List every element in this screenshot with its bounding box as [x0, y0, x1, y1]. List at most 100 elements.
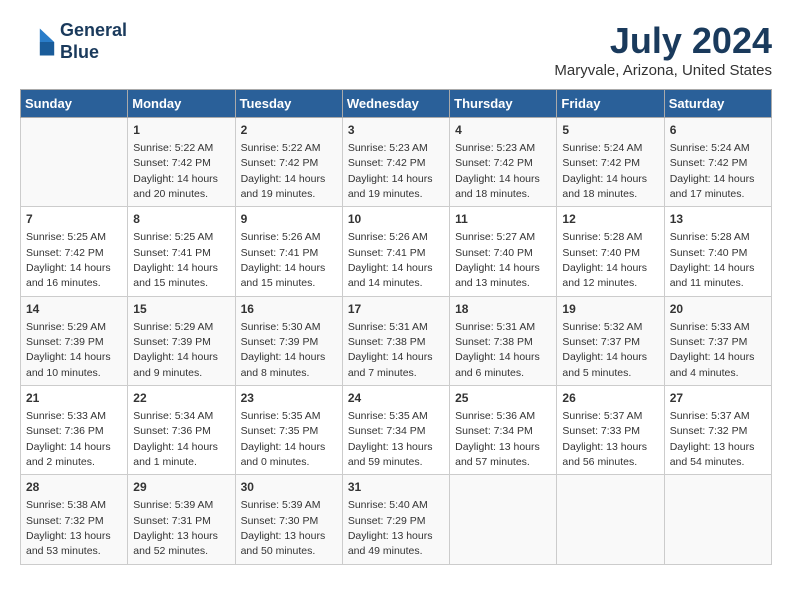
day-cell: 15 Sunrise: 5:29 AM Sunset: 7:39 PM Dayli… — [128, 296, 235, 385]
day-info: Sunrise: 5:28 AM Sunset: 7:40 PM Dayligh… — [562, 231, 647, 289]
day-cell: 7 Sunrise: 5:25 AM Sunset: 7:42 PM Daylig… — [21, 207, 128, 296]
col-header-thursday: Thursday — [450, 90, 557, 118]
week-row-5: 28 Sunrise: 5:38 AM Sunset: 7:32 PM Dayli… — [21, 475, 772, 564]
day-info: Sunrise: 5:31 AM Sunset: 7:38 PM Dayligh… — [455, 321, 540, 379]
day-info: Sunrise: 5:25 AM Sunset: 7:41 PM Dayligh… — [133, 231, 218, 289]
day-info: Sunrise: 5:29 AM Sunset: 7:39 PM Dayligh… — [26, 321, 111, 379]
day-cell — [664, 475, 771, 564]
day-cell: 10 Sunrise: 5:26 AM Sunset: 7:41 PM Dayli… — [342, 207, 449, 296]
day-info: Sunrise: 5:32 AM Sunset: 7:37 PM Dayligh… — [562, 321, 647, 379]
day-cell: 11Sunrise: 5:27 AM Sunset: 7:40 PM Dayli… — [450, 207, 557, 296]
day-info: Sunrise: 5:24 AM Sunset: 7:42 PM Dayligh… — [562, 142, 647, 200]
calendar-table: SundayMondayTuesdayWednesdayThursdayFrid… — [20, 89, 772, 565]
day-cell: 2 Sunrise: 5:22 AM Sunset: 7:42 PM Daylig… — [235, 118, 342, 207]
day-info: Sunrise: 5:29 AM Sunset: 7:39 PM Dayligh… — [133, 321, 218, 379]
day-info: Sunrise: 5:28 AM Sunset: 7:40 PM Dayligh… — [670, 231, 755, 289]
day-info: Sunrise: 5:22 AM Sunset: 7:42 PM Dayligh… — [241, 142, 326, 200]
logo: General Blue — [20, 20, 127, 63]
day-info: Sunrise: 5:39 AM Sunset: 7:31 PM Dayligh… — [133, 499, 218, 557]
day-cell: 29 Sunrise: 5:39 AM Sunset: 7:31 PM Dayli… — [128, 475, 235, 564]
day-info: Sunrise: 5:39 AM Sunset: 7:30 PM Dayligh… — [241, 499, 326, 557]
day-number: 24 — [348, 390, 444, 407]
day-info: Sunrise: 5:23 AM Sunset: 7:42 PM Dayligh… — [455, 142, 540, 200]
day-cell: 4 Sunrise: 5:23 AM Sunset: 7:42 PM Daylig… — [450, 118, 557, 207]
day-cell: 19 Sunrise: 5:32 AM Sunset: 7:37 PM Dayli… — [557, 296, 664, 385]
logo-line2: Blue — [60, 42, 127, 64]
month-year: July 2024 — [554, 20, 772, 62]
day-info: Sunrise: 5:38 AM Sunset: 7:32 PM Dayligh… — [26, 499, 111, 557]
day-cell: 21 Sunrise: 5:33 AM Sunset: 7:36 PM Dayli… — [21, 386, 128, 475]
day-number: 31 — [348, 479, 444, 496]
day-cell: 1 Sunrise: 5:22 AM Sunset: 7:42 PM Daylig… — [128, 118, 235, 207]
col-header-wednesday: Wednesday — [342, 90, 449, 118]
day-number: 15 — [133, 301, 229, 318]
col-header-tuesday: Tuesday — [235, 90, 342, 118]
day-info: Sunrise: 5:25 AM Sunset: 7:42 PM Dayligh… — [26, 231, 111, 289]
logo-icon — [20, 24, 56, 60]
day-cell: 12 Sunrise: 5:28 AM Sunset: 7:40 PM Dayli… — [557, 207, 664, 296]
day-cell — [450, 475, 557, 564]
day-number: 9 — [241, 211, 337, 228]
day-info: Sunrise: 5:22 AM Sunset: 7:42 PM Dayligh… — [133, 142, 218, 200]
day-cell: 14 Sunrise: 5:29 AM Sunset: 7:39 PM Dayli… — [21, 296, 128, 385]
day-info: Sunrise: 5:23 AM Sunset: 7:42 PM Dayligh… — [348, 142, 433, 200]
day-number: 8 — [133, 211, 229, 228]
week-row-4: 21 Sunrise: 5:33 AM Sunset: 7:36 PM Dayli… — [21, 386, 772, 475]
day-info: Sunrise: 5:40 AM Sunset: 7:29 PM Dayligh… — [348, 499, 433, 557]
day-number: 6 — [670, 122, 766, 139]
day-cell: 6 Sunrise: 5:24 AM Sunset: 7:42 PM Daylig… — [664, 118, 771, 207]
day-cell: 31 Sunrise: 5:40 AM Sunset: 7:29 PM Dayli… — [342, 475, 449, 564]
day-cell: 28 Sunrise: 5:38 AM Sunset: 7:32 PM Dayli… — [21, 475, 128, 564]
day-cell: 9Sunrise: 5:26 AM Sunset: 7:41 PM Daylig… — [235, 207, 342, 296]
day-info: Sunrise: 5:26 AM Sunset: 7:41 PM Dayligh… — [348, 231, 433, 289]
day-number: 3 — [348, 122, 444, 139]
day-number: 20 — [670, 301, 766, 318]
day-info: Sunrise: 5:35 AM Sunset: 7:35 PM Dayligh… — [241, 410, 326, 468]
day-number: 21 — [26, 390, 122, 407]
day-cell: 5Sunrise: 5:24 AM Sunset: 7:42 PM Daylig… — [557, 118, 664, 207]
day-number: 4 — [455, 122, 551, 139]
day-info: Sunrise: 5:31 AM Sunset: 7:38 PM Dayligh… — [348, 321, 433, 379]
col-header-friday: Friday — [557, 90, 664, 118]
day-cell: 22Sunrise: 5:34 AM Sunset: 7:36 PM Dayli… — [128, 386, 235, 475]
day-info: Sunrise: 5:27 AM Sunset: 7:40 PM Dayligh… — [455, 231, 540, 289]
day-info: Sunrise: 5:33 AM Sunset: 7:37 PM Dayligh… — [670, 321, 755, 379]
day-number: 7 — [26, 211, 122, 228]
day-number: 19 — [562, 301, 658, 318]
day-number: 28 — [26, 479, 122, 496]
day-cell: 27Sunrise: 5:37 AM Sunset: 7:32 PM Dayli… — [664, 386, 771, 475]
day-cell: 17 Sunrise: 5:31 AM Sunset: 7:38 PM Dayli… — [342, 296, 449, 385]
day-number: 14 — [26, 301, 122, 318]
day-number: 23 — [241, 390, 337, 407]
day-number: 22 — [133, 390, 229, 407]
day-number: 12 — [562, 211, 658, 228]
day-number: 10 — [348, 211, 444, 228]
title-block: July 2024 Maryvale, Arizona, United Stat… — [554, 20, 772, 79]
day-number: 17 — [348, 301, 444, 318]
day-number: 30 — [241, 479, 337, 496]
day-cell — [557, 475, 664, 564]
day-cell: 20 Sunrise: 5:33 AM Sunset: 7:37 PM Dayli… — [664, 296, 771, 385]
day-cell: 3 Sunrise: 5:23 AM Sunset: 7:42 PM Daylig… — [342, 118, 449, 207]
day-info: Sunrise: 5:24 AM Sunset: 7:42 PM Dayligh… — [670, 142, 755, 200]
day-info: Sunrise: 5:30 AM Sunset: 7:39 PM Dayligh… — [241, 321, 326, 379]
header-row: SundayMondayTuesdayWednesdayThursdayFrid… — [21, 90, 772, 118]
location: Maryvale, Arizona, United States — [554, 62, 772, 79]
day-info: Sunrise: 5:37 AM Sunset: 7:33 PM Dayligh… — [562, 410, 647, 468]
day-number: 2 — [241, 122, 337, 139]
day-cell: 24Sunrise: 5:35 AM Sunset: 7:34 PM Dayli… — [342, 386, 449, 475]
day-number: 29 — [133, 479, 229, 496]
day-cell: 30 Sunrise: 5:39 AM Sunset: 7:30 PM Dayli… — [235, 475, 342, 564]
day-number: 18 — [455, 301, 551, 318]
day-cell: 13Sunrise: 5:28 AM Sunset: 7:40 PM Dayli… — [664, 207, 771, 296]
col-header-monday: Monday — [128, 90, 235, 118]
day-cell — [21, 118, 128, 207]
col-header-sunday: Sunday — [21, 90, 128, 118]
day-info: Sunrise: 5:37 AM Sunset: 7:32 PM Dayligh… — [670, 410, 755, 468]
day-number: 26 — [562, 390, 658, 407]
day-info: Sunrise: 5:33 AM Sunset: 7:36 PM Dayligh… — [26, 410, 111, 468]
day-cell: 16Sunrise: 5:30 AM Sunset: 7:39 PM Dayli… — [235, 296, 342, 385]
day-number: 1 — [133, 122, 229, 139]
week-row-1: 1 Sunrise: 5:22 AM Sunset: 7:42 PM Daylig… — [21, 118, 772, 207]
day-cell: 25Sunrise: 5:36 AM Sunset: 7:34 PM Dayli… — [450, 386, 557, 475]
